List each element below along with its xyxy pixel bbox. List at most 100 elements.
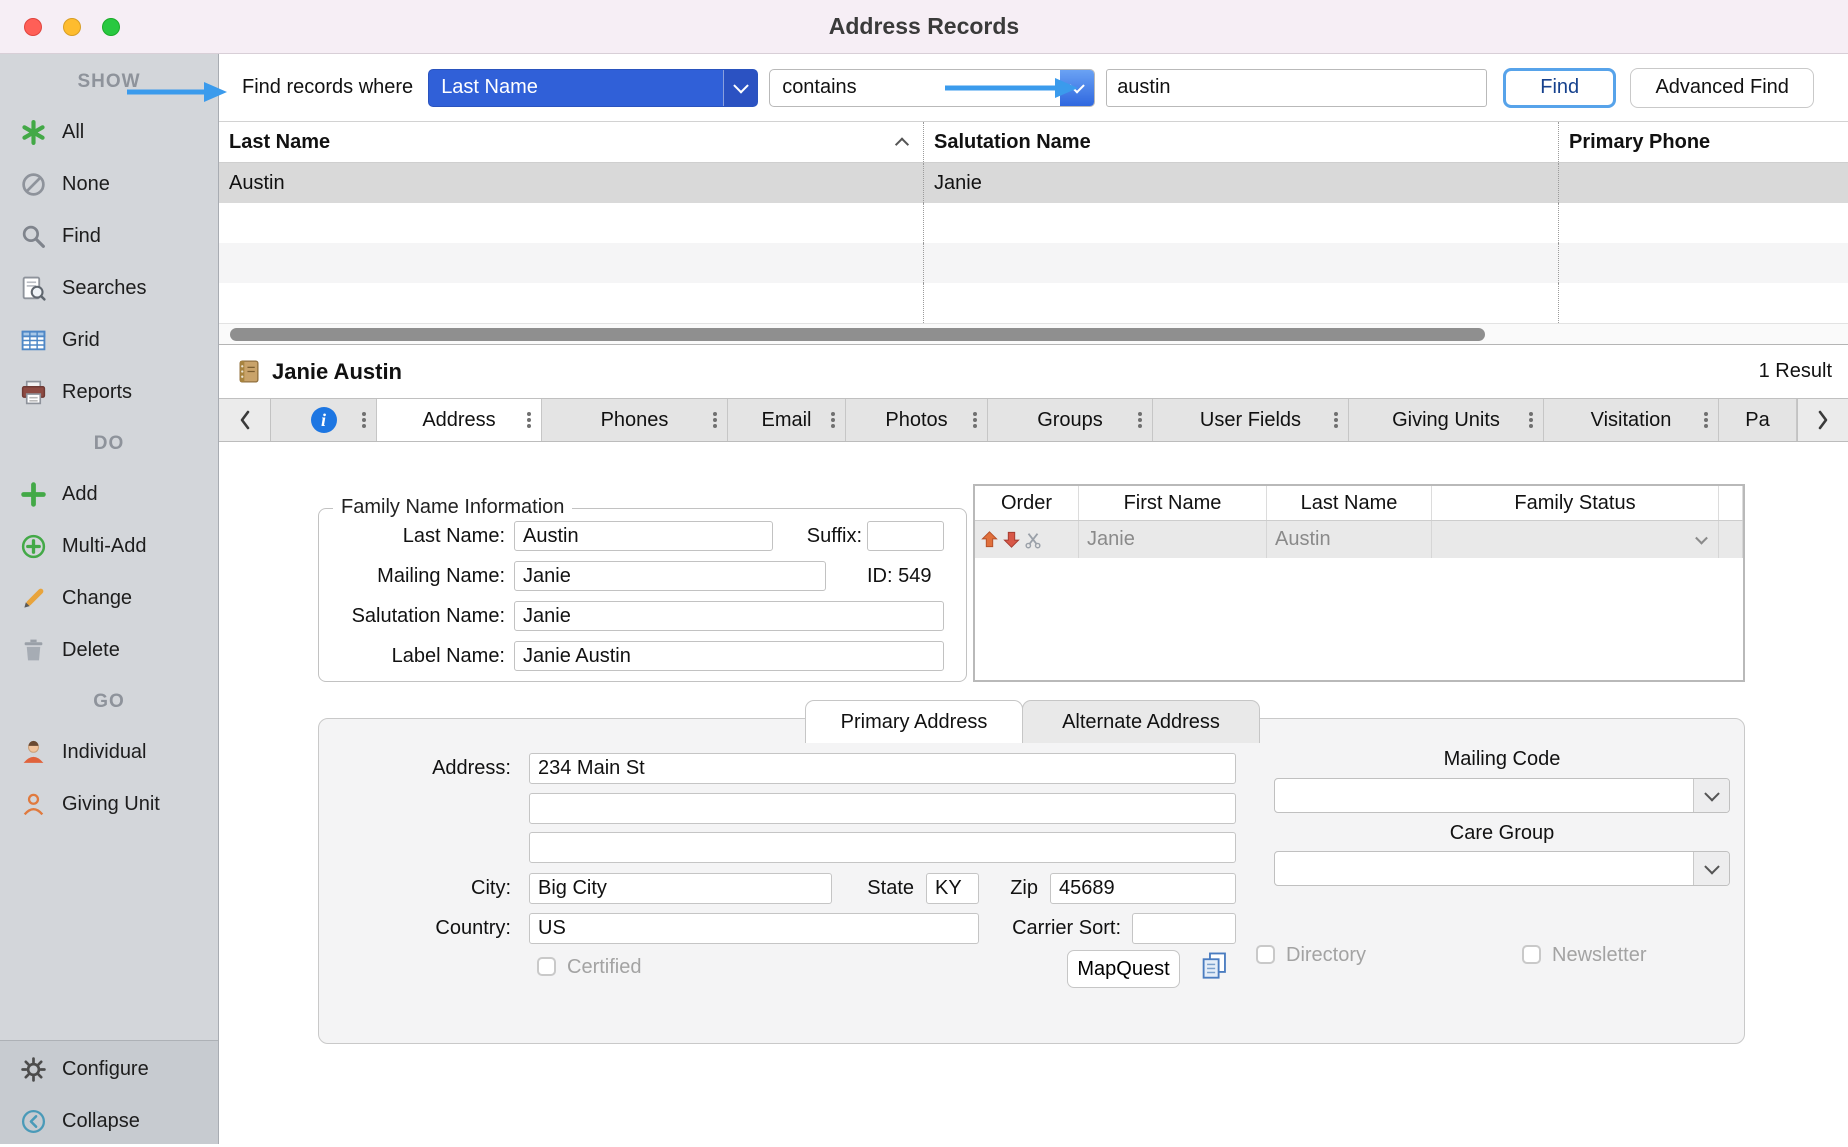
sidebar-item-find[interactable]: Find <box>0 210 218 262</box>
certified-checkbox[interactable] <box>537 957 556 976</box>
move-down-icon[interactable] <box>1002 530 1021 549</box>
sidebar-item-configure[interactable]: Configure <box>0 1043 218 1095</box>
address-tab-panel: Family Name Information Last Name: Suffi… <box>219 442 1848 1144</box>
zip-field[interactable] <box>1050 873 1236 904</box>
last-name-field[interactable] <box>514 521 773 551</box>
tab-menu-icon[interactable] <box>973 418 977 422</box>
tab-scroll-right-button[interactable] <box>1797 399 1848 441</box>
members-col-family-status[interactable]: Family Status <box>1432 486 1719 520</box>
city-label: City: <box>319 873 511 904</box>
copy-pages-icon[interactable] <box>1199 950 1229 980</box>
suffix-field[interactable] <box>867 521 944 551</box>
column-header-salutation-name[interactable]: Salutation Name <box>923 122 1558 162</box>
tab-menu-icon[interactable] <box>1529 418 1533 422</box>
scrollbar-thumb[interactable] <box>230 328 1485 341</box>
members-col-first-name[interactable]: First Name <box>1079 486 1267 520</box>
sidebar-item-collapse[interactable]: Collapse <box>0 1095 218 1147</box>
member-last-name: Austin <box>1267 521 1432 558</box>
scissors-icon[interactable] <box>1024 531 1042 549</box>
sidebar-item-label: Giving Unit <box>62 793 160 816</box>
horizontal-scrollbar[interactable] <box>219 323 1848 345</box>
group-legend: Family Name Information <box>333 496 572 519</box>
care-group-dropdown[interactable] <box>1274 851 1730 886</box>
tab-info[interactable] <box>271 399 377 441</box>
tab-menu-icon[interactable] <box>831 418 835 422</box>
address-line2-field[interactable] <box>529 793 1236 824</box>
address-label: Address: <box>319 753 511 784</box>
tab-phones[interactable]: Phones <box>542 399 728 441</box>
country-field[interactable] <box>529 913 979 944</box>
annotation-arrow <box>126 80 228 104</box>
sidebar-item-multi-add[interactable]: Multi-Add <box>0 520 218 572</box>
directory-checkbox[interactable] <box>1256 945 1275 964</box>
tab-menu-icon[interactable] <box>1138 418 1142 422</box>
column-header-last-name[interactable]: Last Name <box>219 122 923 162</box>
tab-photos[interactable]: Photos <box>846 399 988 441</box>
tab-groups[interactable]: Groups <box>988 399 1153 441</box>
tab-menu-icon[interactable] <box>362 418 366 422</box>
field-dropdown[interactable]: Last Name <box>428 69 758 107</box>
sidebar-item-label: Add <box>62 483 98 506</box>
address-book-icon <box>235 358 262 385</box>
sidebar-item-individual[interactable]: Individual <box>0 726 218 778</box>
sidebar-item-none[interactable]: None <box>0 158 218 210</box>
tab-menu-icon[interactable] <box>1704 418 1708 422</box>
tab-giving-units[interactable]: Giving Units <box>1349 399 1544 441</box>
sidebar-item-reports[interactable]: Reports <box>0 366 218 418</box>
result-row-selected[interactable]: Austin Janie <box>219 163 1848 203</box>
mailing-name-field[interactable] <box>514 561 826 591</box>
tab-scroll-left-button[interactable] <box>219 399 271 441</box>
members-col-last-name[interactable]: Last Name <box>1267 486 1432 520</box>
cell-primary-phone <box>1558 163 1848 203</box>
zip-label: Zip <box>974 873 1038 904</box>
newsletter-checkbox[interactable] <box>1522 945 1541 964</box>
find-button[interactable]: Find <box>1503 68 1616 108</box>
slashed-circle-icon <box>20 171 47 198</box>
cell-last-name: Austin <box>219 163 923 203</box>
newsletter-label: Newsletter <box>1552 940 1646 970</box>
label-name-field[interactable] <box>514 641 944 671</box>
column-header-primary-phone[interactable]: Primary Phone <box>1558 122 1848 162</box>
sidebar-item-add[interactable]: Add <box>0 468 218 520</box>
tab-menu-icon[interactable] <box>1334 418 1338 422</box>
tab-user-fields[interactable]: User Fields <box>1153 399 1349 441</box>
tab-email[interactable]: Email <box>728 399 846 441</box>
city-field[interactable] <box>529 873 832 904</box>
mailing-code-label: Mailing Code <box>1274 745 1730 773</box>
sidebar-item-change[interactable]: Change <box>0 572 218 624</box>
mapquest-button[interactable]: MapQuest <box>1067 950 1180 988</box>
grid-icon <box>20 327 47 354</box>
tab-address[interactable]: Address <box>377 399 542 441</box>
tab-menu-icon[interactable] <box>713 418 717 422</box>
sidebar-item-label: Individual <box>62 741 147 764</box>
advanced-find-button[interactable]: Advanced Find <box>1630 68 1814 108</box>
state-field[interactable] <box>926 873 979 904</box>
empty-row <box>219 283 1848 323</box>
address-line1-field[interactable] <box>529 753 1236 784</box>
tab-pa-truncated[interactable]: Pa <box>1719 399 1797 441</box>
tab-visitation[interactable]: Visitation <box>1544 399 1719 441</box>
family-status-dropdown[interactable] <box>1432 521 1719 558</box>
info-icon <box>311 407 337 433</box>
carrier-sort-field[interactable] <box>1132 913 1236 944</box>
move-up-icon[interactable] <box>980 530 999 549</box>
mailing-name-label: Mailing Name: <box>319 561 505 591</box>
tab-menu-icon[interactable] <box>527 418 531 422</box>
trash-icon <box>20 637 47 664</box>
sidebar-item-delete[interactable]: Delete <box>0 624 218 676</box>
family-member-row[interactable]: Janie Austin <box>975 521 1743 558</box>
sidebar-item-searches[interactable]: Searches <box>0 262 218 314</box>
sidebar-item-giving-unit[interactable]: Giving Unit <box>0 778 218 830</box>
mailing-code-dropdown[interactable] <box>1274 778 1730 813</box>
address-line3-field[interactable] <box>529 832 1236 863</box>
member-order-cell <box>975 521 1079 558</box>
salutation-name-field[interactable] <box>514 601 944 631</box>
members-col-order[interactable]: Order <box>975 486 1079 520</box>
tab-alternate-address[interactable]: Alternate Address <box>1022 700 1260 743</box>
tab-primary-address[interactable]: Primary Address <box>805 700 1023 743</box>
sidebar-item-all[interactable]: All <box>0 106 218 158</box>
sidebar-item-label: Delete <box>62 639 120 662</box>
sidebar-item-grid[interactable]: Grid <box>0 314 218 366</box>
search-input[interactable] <box>1106 69 1487 107</box>
state-label: State <box>844 873 914 904</box>
